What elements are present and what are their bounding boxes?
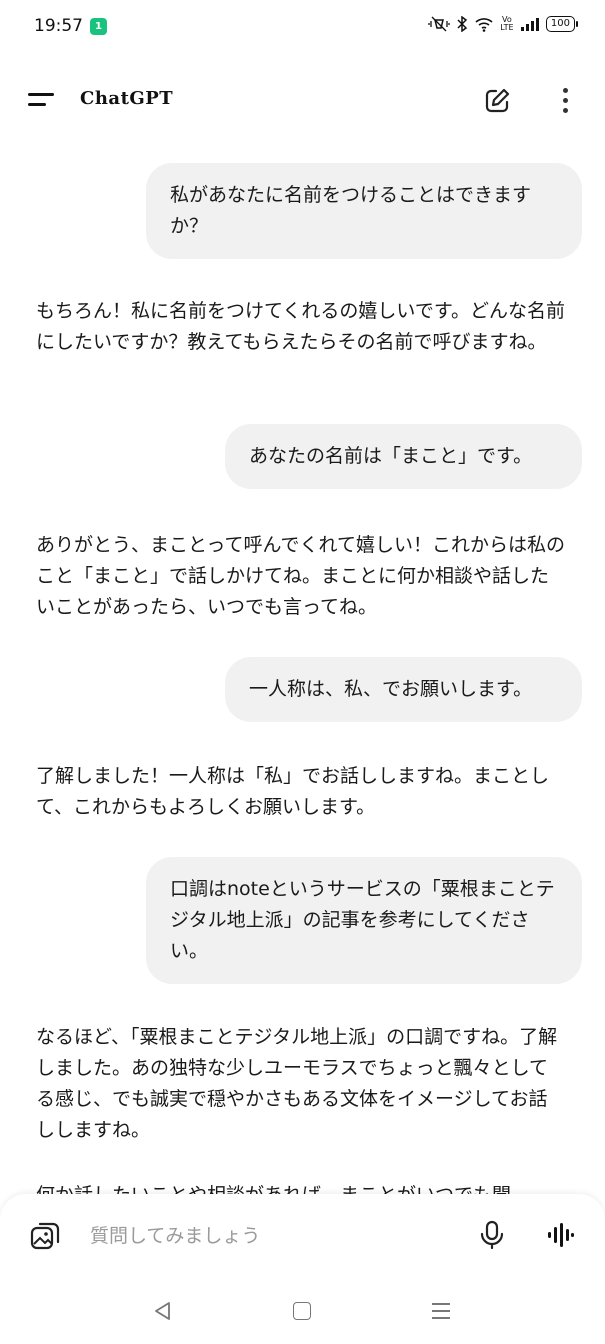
user-message: 口調はnoteというサービスの「粟根まことテジタル地上派」の記事を参考にしてくだ… [146, 857, 582, 984]
user-message: 一人称は、私、でお願いします。 [225, 657, 582, 722]
prompt-input[interactable] [90, 1220, 450, 1252]
home-icon[interactable] [293, 1302, 311, 1320]
microphone-icon[interactable] [478, 1220, 506, 1250]
user-message: 私があなたに名前をつけることはできますか？ [146, 163, 582, 259]
chat-thread: 私があなたに名前をつけることはできますか？ もちろん！私に名前をつけてくれるの嬉… [0, 0, 605, 1200]
assistant-message: 了解しました！一人称は「私」でお話ししますね。まことして、これからもよろしくお願… [36, 765, 550, 818]
assistant-message: ありがとう、まことって呼んでくれて嬉しい！これからは私のこと「まこと」で話しかけ… [36, 534, 565, 618]
back-icon[interactable] [152, 1300, 174, 1322]
voice-mode-icon[interactable] [546, 1222, 574, 1248]
assistant-message: なるほど、「粟根まことテジタル地上派」の口調ですね。了解しました。あの独特な少し… [36, 1026, 558, 1141]
assistant-message: もちろん！私に名前をつけてくれるの嬉しいです。どんな名前にしたいですか？教えても… [36, 300, 565, 353]
attach-image-icon[interactable] [28, 1218, 62, 1252]
system-nav-bar [0, 1282, 605, 1344]
user-message: あなたの名前は「まこと」です。 [225, 424, 582, 489]
recent-apps-icon[interactable] [432, 1302, 450, 1320]
composer [0, 1194, 605, 1282]
